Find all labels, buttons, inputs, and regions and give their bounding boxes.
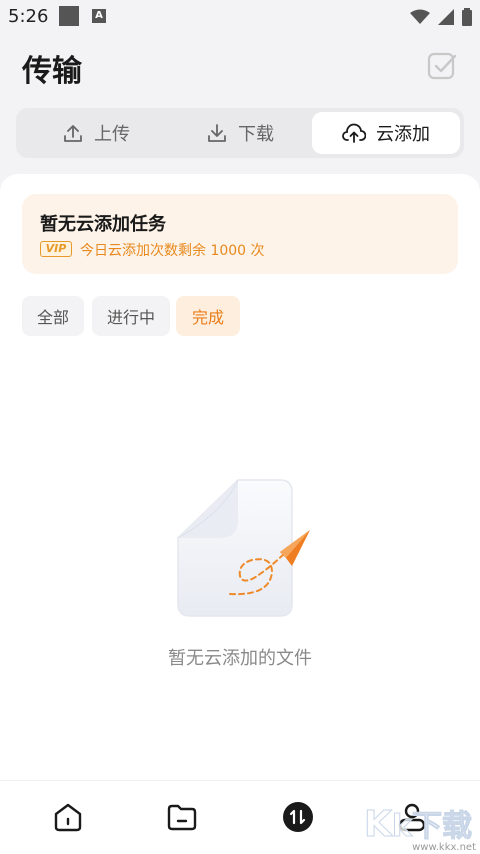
a-notification-icon: A <box>92 9 106 23</box>
notice-title: 暂无云添加任务 <box>40 214 166 235</box>
svg-text:K: K <box>364 804 393 845</box>
upload-icon <box>64 125 82 142</box>
tab-cloud-add[interactable]: 云添加 <box>312 112 460 154</box>
remaining-count-text: 今日云添加次数剩余 1000 次 <box>80 243 265 259</box>
tab-upload-label: 上传 <box>94 124 130 145</box>
filter-all[interactable]: 全部 <box>22 296 84 336</box>
page-title: 传输 <box>22 54 82 89</box>
nav-home[interactable] <box>50 799 86 835</box>
filter-completed[interactable]: 完成 <box>176 296 240 336</box>
multi-select-button[interactable] <box>426 50 458 82</box>
empty-state-text: 暂无云添加的文件 <box>168 648 312 669</box>
cloud-upload-icon <box>342 123 366 143</box>
home-icon <box>54 803 82 832</box>
tab-download-label: 下载 <box>238 124 274 145</box>
tab-cloud-add-label: 云添加 <box>376 124 430 145</box>
tab-download[interactable]: 下载 <box>166 112 314 154</box>
download-icon <box>208 124 226 142</box>
status-bar: 5:26 A <box>0 0 480 34</box>
notification-icon <box>59 6 79 26</box>
nav-transfer[interactable] <box>280 799 316 835</box>
folder-icon <box>167 804 197 831</box>
transfer-icon <box>283 802 313 832</box>
status-time: 5:26 <box>8 6 49 27</box>
status-icons <box>410 6 472 28</box>
transfer-tabs: 上传 下载 云添加 <box>16 108 464 158</box>
vip-badge: VIP <box>40 241 72 257</box>
battery-icon <box>462 8 472 26</box>
tab-upload[interactable]: 上传 <box>22 112 170 154</box>
signal-icon <box>438 9 454 25</box>
filter-in-progress[interactable]: 进行中 <box>92 296 170 336</box>
checkbox-icon <box>427 52 457 80</box>
watermark-url: www.kkx.net <box>412 842 476 853</box>
empty-file-illustration <box>177 479 310 617</box>
nav-files[interactable] <box>164 799 200 835</box>
svg-text:k下载: k下载 <box>392 809 472 844</box>
wifi-icon <box>410 9 430 24</box>
cloud-add-notice: 暂无云添加任务 VIP 今日云添加次数剩余 1000 次 <box>22 194 458 274</box>
